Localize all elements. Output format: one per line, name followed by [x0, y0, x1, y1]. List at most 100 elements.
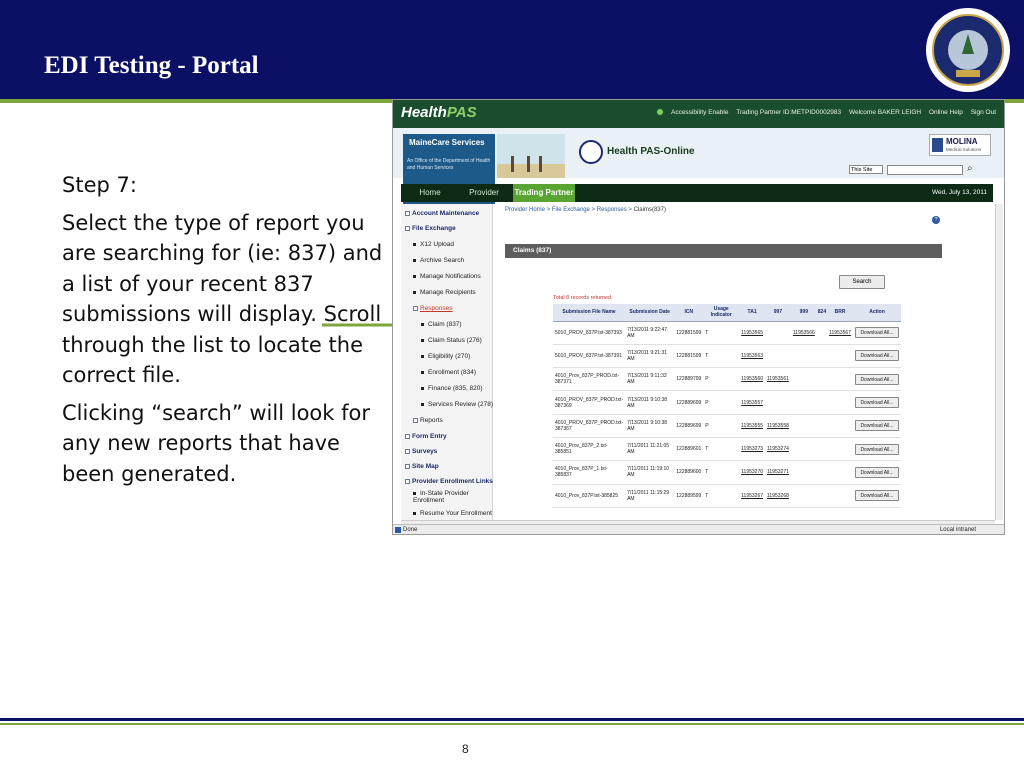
- ta1-link[interactable]: 11953557: [739, 390, 766, 415]
- usage-cell: T: [703, 344, 740, 369]
- icn-cell: 122889799: [674, 367, 704, 392]
- brr-link[interactable]: [827, 344, 853, 369]
- nav-finance[interactable]: Finance (835, 820): [421, 385, 483, 392]
- breadcrumb-responses[interactable]: Responses: [597, 207, 627, 213]
- 997-link[interactable]: 11953271: [765, 460, 791, 485]
- nav-site-map[interactable]: Site Map: [405, 463, 439, 470]
- download-all-button[interactable]: Download All...: [854, 420, 899, 432]
- download-all-button[interactable]: Download All...: [854, 373, 899, 385]
- ta1-link[interactable]: 11953563: [739, 344, 766, 369]
- molina-people-icon: [932, 138, 943, 152]
- nav-archive-search[interactable]: Archive Search: [413, 257, 464, 264]
- download-all-button[interactable]: Download All...: [854, 350, 899, 362]
- nav-manage-notifications[interactable]: Manage Notifications: [413, 273, 481, 280]
- search-button[interactable]: Search: [839, 275, 885, 289]
- 999-link[interactable]: [790, 484, 817, 508]
- nav-services-review[interactable]: Services Review (278): [421, 401, 493, 408]
- 997-link[interactable]: 11953274: [765, 437, 791, 462]
- tab-provider[interactable]: Provider: [457, 184, 511, 202]
- site-search-input[interactable]: [887, 165, 963, 175]
- 824-link[interactable]: [816, 367, 828, 392]
- 824-link[interactable]: [816, 437, 828, 462]
- 824-link[interactable]: [816, 484, 828, 508]
- nav-file-exchange[interactable]: File Exchange: [405, 225, 456, 232]
- 824-link[interactable]: [816, 414, 828, 438]
- vertical-scrollbar[interactable]: [995, 204, 1003, 520]
- nav-surveys[interactable]: Surveys: [405, 448, 437, 455]
- portal-banner: MaineCare Services An Office of the Depa…: [393, 128, 1004, 204]
- ta1-link[interactable]: 11953565: [739, 321, 766, 345]
- nav-claim-837[interactable]: Claim (837): [421, 321, 462, 328]
- nav-reports[interactable]: Reports: [413, 417, 443, 424]
- site-scope-select[interactable]: This Site: [849, 165, 883, 174]
- nav-account-maintenance[interactable]: Account Maintenance: [405, 210, 479, 217]
- ta1-link[interactable]: 11953273: [739, 437, 766, 462]
- download-all-button[interactable]: Download All...: [854, 397, 899, 409]
- download-all-button[interactable]: Download All...: [854, 466, 899, 478]
- 999-link[interactable]: [790, 437, 817, 462]
- sign-out-link[interactable]: Sign Out: [971, 109, 996, 116]
- online-help-link[interactable]: Online Help: [929, 109, 963, 116]
- 997-link[interactable]: 11953558: [765, 414, 791, 438]
- ta1-link[interactable]: 11953267: [739, 484, 766, 508]
- search-icon[interactable]: ⌕: [967, 163, 973, 174]
- brr-link[interactable]: [827, 414, 853, 438]
- 999-link[interactable]: [790, 460, 817, 485]
- col-header[interactable]: ICN: [674, 304, 704, 322]
- 824-link[interactable]: [816, 460, 828, 485]
- col-header[interactable]: Submission Date: [625, 304, 675, 322]
- 999-link[interactable]: 11953566: [790, 321, 817, 345]
- 824-link[interactable]: [816, 321, 828, 345]
- icn-cell: 122889699: [674, 414, 704, 438]
- breadcrumb-provider-home[interactable]: Provider Home: [505, 207, 545, 213]
- date-cell: 7/13/2011 9:22:47 AM: [625, 321, 675, 345]
- download-all-button[interactable]: Download All...: [854, 327, 899, 339]
- 999-link[interactable]: [790, 344, 817, 369]
- 824-link[interactable]: [816, 344, 828, 369]
- brr-link[interactable]: [827, 460, 853, 485]
- nav-enrollment[interactable]: Enrollment (834): [421, 369, 476, 376]
- nav-provider-enrollment[interactable]: Provider Enrollment Links: [405, 478, 493, 485]
- nav-label: Claim (837): [428, 321, 462, 328]
- ta1-link[interactable]: 11953560: [739, 367, 766, 392]
- nav-form-entry[interactable]: Form Entry: [405, 433, 447, 440]
- nav-eligibility[interactable]: Eligibility (270): [421, 353, 470, 360]
- brr-link[interactable]: [827, 390, 853, 415]
- download-all-button[interactable]: Download All...: [854, 443, 899, 455]
- icn-cell: 122889600: [674, 460, 704, 485]
- bullet-icon: [413, 511, 416, 515]
- breadcrumb-file-exchange[interactable]: File Exchange: [552, 207, 590, 213]
- 997-link[interactable]: 11953268: [765, 484, 791, 508]
- nav-claim-status[interactable]: Claim Status (276): [421, 337, 482, 344]
- nav-resume-enrollment[interactable]: Resume Your Enrollment: [413, 510, 492, 517]
- brr-link[interactable]: [827, 367, 853, 392]
- 824-link[interactable]: [816, 390, 828, 415]
- tab-trading-partner[interactable]: Trading Partner: [513, 184, 575, 202]
- molina-logo: MOLINA Medical Solutions: [929, 134, 991, 156]
- ta1-link[interactable]: 11953270: [739, 460, 766, 485]
- 997-link[interactable]: [765, 321, 791, 345]
- nav-label: X12 Upload: [420, 241, 454, 248]
- nav-x12-upload[interactable]: X12 Upload: [413, 241, 454, 248]
- nav-manage-recipients[interactable]: Manage Recipients: [413, 289, 476, 296]
- nav-responses[interactable]: Responses: [413, 305, 453, 312]
- 997-link[interactable]: [765, 390, 791, 415]
- 999-link[interactable]: [790, 367, 817, 392]
- usage-cell: P: [703, 414, 740, 438]
- col-header[interactable]: Submission File Name: [553, 304, 626, 322]
- 997-link[interactable]: [765, 344, 791, 369]
- instruction-paragraph-1: Select the type of report you are search…: [62, 210, 383, 388]
- tab-home[interactable]: Home: [405, 184, 455, 202]
- brr-link[interactable]: [827, 437, 853, 462]
- brr-link[interactable]: 11953567: [827, 321, 853, 345]
- ta1-link[interactable]: 11953555: [739, 414, 766, 438]
- col-header[interactable]: Usage Indicator: [703, 304, 740, 322]
- help-icon[interactable]: ?: [932, 216, 940, 224]
- download-all-button[interactable]: Download All...: [854, 490, 899, 502]
- 997-link[interactable]: 11953561: [765, 367, 791, 392]
- brr-link[interactable]: [827, 484, 853, 508]
- nav-in-state-enrollment[interactable]: In-State Provider Enrollment: [413, 490, 487, 504]
- 999-link[interactable]: [790, 414, 817, 438]
- 999-link[interactable]: [790, 390, 817, 415]
- accessibility-link[interactable]: Accessibility Enable: [671, 109, 728, 116]
